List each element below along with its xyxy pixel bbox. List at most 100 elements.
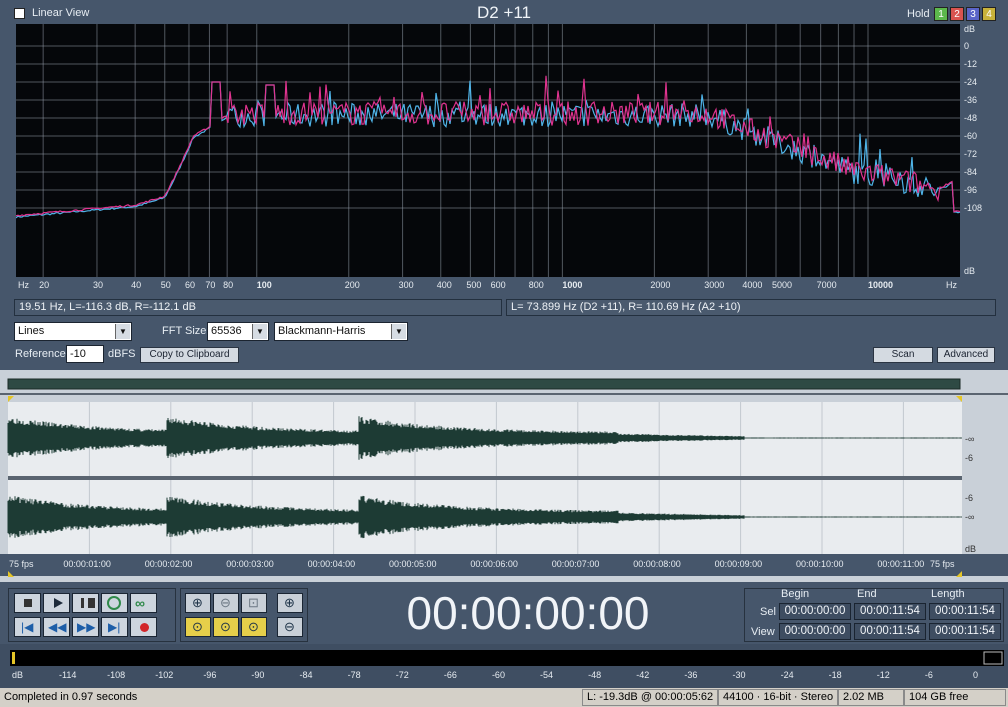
- chevron-down-icon: ▼: [391, 324, 406, 339]
- time-tick-label: 75 fps: [9, 559, 34, 569]
- meter-tick-label: -108: [107, 670, 125, 680]
- zoom-right-button[interactable]: ⊙: [241, 617, 267, 637]
- end-label: End: [857, 588, 877, 600]
- rewind-button[interactable]: ◀◀: [43, 617, 70, 637]
- hold-button-3[interactable]: 3: [966, 7, 980, 21]
- meter-tick-label: -42: [636, 670, 649, 680]
- fft-size-select[interactable]: 65536 ▼: [207, 322, 269, 341]
- analysis-header: Linear View D2 +11 Hold 1 2 3 4: [0, 0, 1008, 26]
- freq-tick-label: 70: [205, 280, 215, 290]
- zoom-full-button[interactable]: ⊡: [241, 593, 267, 613]
- zoom-out-button[interactable]: ⊖: [213, 593, 239, 613]
- meter-tick-label: 0: [973, 670, 978, 680]
- copy-to-clipboard-button[interactable]: Copy to Clipboard: [140, 347, 239, 363]
- linear-view-label: Linear View: [32, 7, 90, 19]
- zoom-controls: ⊕ ⊖ ⊡ ⊕ ⊙ ⊙ ⊙ ⊖: [180, 588, 308, 642]
- meter-tick-label: -96: [203, 670, 216, 680]
- time-tick-label: 00:00:06:00: [470, 559, 518, 569]
- view-length-field[interactable]: 00:00:11:54: [929, 623, 1001, 640]
- ch1-scale-6: -6: [965, 453, 973, 463]
- zoom-out-vertical-button[interactable]: ⊖: [277, 617, 303, 637]
- zoom-out-icon: ⊖: [220, 595, 231, 610]
- sel-end-field[interactable]: 00:00:11:54: [854, 603, 926, 620]
- play-to-end-button[interactable]: [101, 593, 128, 613]
- end-marker-icon: [956, 396, 962, 402]
- cursor-readout: 19.51 Hz, L=-116.3 dB, R=-112.1 dB: [14, 299, 502, 316]
- status-level: L: -19.3dB @ 00:00:05:62: [582, 689, 718, 706]
- window-function-select[interactable]: Blackmann-Harris ▼: [274, 322, 408, 341]
- loop-icon: ∞: [135, 595, 145, 611]
- skip-back-icon: |◀: [21, 620, 34, 634]
- meter-tick-label: -54: [540, 670, 553, 680]
- time-tick-label: 00:00:02:00: [145, 559, 193, 569]
- reference-input[interactable]: -10: [66, 345, 104, 363]
- advanced-button[interactable]: Advanced: [937, 347, 995, 363]
- meter-tick-label: -30: [732, 670, 745, 680]
- ch1-scale-inf: -∞: [965, 434, 974, 444]
- zoom-vertical-in-icon: ⊕: [284, 595, 295, 610]
- record-button[interactable]: [130, 617, 157, 637]
- hold-button-2[interactable]: 2: [950, 7, 964, 21]
- time-tick-label: 00:00:05:00: [389, 559, 437, 569]
- ch2-scale-inf: -∞: [965, 512, 974, 522]
- display-mode-select[interactable]: Lines ▼: [14, 322, 132, 341]
- time-tick-label: 00:00:08:00: [633, 559, 681, 569]
- go-to-start-button[interactable]: |◀: [14, 617, 41, 637]
- sel-length-field[interactable]: 00:00:11:54: [929, 603, 1001, 620]
- meter-tick-label: -18: [829, 670, 842, 680]
- rewind-icon: ◀◀: [48, 620, 67, 634]
- view-begin-field[interactable]: 00:00:00:00: [779, 623, 851, 640]
- view-end-field[interactable]: 00:00:11:54: [854, 623, 926, 640]
- fft-size-value: 65536: [211, 325, 242, 337]
- meter-tick-label: -6: [925, 670, 933, 680]
- hold-button-4[interactable]: 4: [982, 7, 996, 21]
- status-free-space: 104 GB free: [904, 689, 1006, 706]
- hold-button-1[interactable]: 1: [934, 7, 948, 21]
- sel-begin-field[interactable]: 00:00:00:00: [779, 603, 851, 620]
- freq-tick-label: 600: [491, 280, 506, 290]
- fast-forward-button[interactable]: ▶▶: [72, 617, 99, 637]
- zoom-in-button[interactable]: ⊕: [185, 593, 211, 613]
- level-meter: dB -114 -108 -102 -96 -90 -84 -78 -72 -66 -60 -54 -4…: [10, 650, 1004, 680]
- meter-tick-label: dB: [12, 670, 23, 680]
- db-tick-label: dB: [964, 266, 975, 276]
- hold-label: Hold: [907, 8, 930, 20]
- zoom-left-button[interactable]: ⊙: [213, 617, 239, 637]
- status-message: Completed in 0.97 seconds: [4, 691, 138, 703]
- freq-tick-label: 30: [93, 280, 103, 290]
- stop-button[interactable]: [14, 593, 41, 613]
- freq-tick-label: 400: [437, 280, 452, 290]
- ch2-scale-6: -6: [965, 493, 973, 503]
- freq-tick-label: 60: [185, 280, 195, 290]
- zoom-in-vertical-button[interactable]: ⊕: [277, 593, 303, 613]
- freq-tick-label: 800: [529, 280, 544, 290]
- meter-tick-label: -102: [155, 670, 173, 680]
- zoom-selection-button[interactable]: ⊙: [185, 617, 211, 637]
- pause-button[interactable]: [72, 593, 99, 613]
- scan-button[interactable]: Scan: [873, 347, 933, 363]
- sel-label: Sel: [760, 606, 776, 618]
- overview-bar: [7, 378, 961, 390]
- spectrum-graph[interactable]: 20 30 40 50 60 70 80 100 200 300 400 500 600 800 1000 2…: [16, 24, 992, 294]
- db-tick-label: -12: [964, 59, 977, 69]
- play-button[interactable]: [43, 593, 70, 613]
- display-mode-value: Lines: [18, 325, 45, 337]
- meter-tick-label: -84: [300, 670, 313, 680]
- freq-tick-label: 2000: [650, 280, 670, 290]
- spectrum-plot-area: [16, 24, 960, 277]
- zoom-vertical-out-icon: ⊖: [284, 619, 295, 634]
- db-tick-label: -36: [964, 95, 977, 105]
- loop-button[interactable]: ∞: [130, 593, 157, 613]
- go-to-end-button[interactable]: ▶|: [101, 617, 128, 637]
- time-tick-label: 00:00:10:00: [796, 559, 844, 569]
- time-display: 00:00:00:00: [406, 587, 650, 639]
- freq-tick-label: 10000: [868, 280, 893, 290]
- db-tick-label: -24: [964, 77, 977, 87]
- zoom-left-icon: ⊙: [220, 619, 231, 634]
- freq-tick-label: 80: [223, 280, 233, 290]
- time-tick-label: 00:00:04:00: [308, 559, 356, 569]
- freq-tick-label: 200: [345, 280, 360, 290]
- linear-view-checkbox[interactable]: [14, 8, 25, 19]
- freq-tick-label: 40: [131, 280, 141, 290]
- waveform-view[interactable]: -∞ -6 -6 -∞ dB 75 fps 00:00:01:00 00:00:02…: [0, 372, 1008, 582]
